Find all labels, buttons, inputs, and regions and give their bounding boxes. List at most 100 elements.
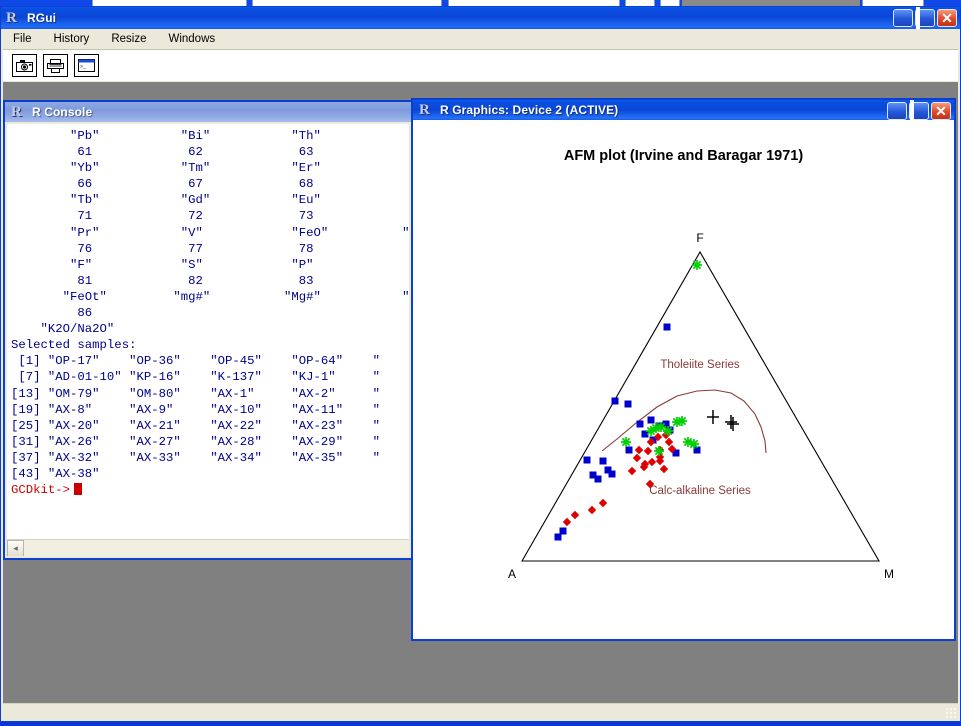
camera-icon bbox=[16, 60, 33, 72]
annotation-tholeiite: Tholeiite Series bbox=[660, 359, 740, 371]
status-bar bbox=[3, 703, 958, 719]
data-point bbox=[643, 446, 653, 456]
console-output-text[interactable]: "Pb" "Bi" "Th" 61 62 63 "Yb" "Tm" "Er" 6… bbox=[7, 128, 409, 536]
r-console-body[interactable]: "Pb" "Bi" "Th" 61 62 63 "Yb" "Tm" "Er" 6… bbox=[7, 124, 409, 556]
tool-bar: >_ bbox=[3, 49, 958, 81]
resize-grip-icon[interactable] bbox=[945, 707, 956, 718]
graphics-maximize-button[interactable] bbox=[909, 100, 929, 122]
console-prompt-line[interactable]: GCDkit-> bbox=[11, 482, 409, 498]
console-line: 71 72 73 bbox=[11, 209, 314, 224]
data-point bbox=[611, 397, 619, 405]
data-point bbox=[727, 417, 739, 431]
data-point bbox=[559, 527, 567, 535]
console-line: [19] "AX-8" "AX-9" "AX-10" "AX-11" " bbox=[11, 402, 380, 417]
data-point bbox=[625, 446, 633, 454]
r-logo-icon: R bbox=[6, 9, 17, 26]
console-line: 66 67 68 bbox=[11, 177, 314, 192]
menu-bar: File History Resize Windows bbox=[1, 29, 960, 49]
data-point bbox=[689, 439, 699, 449]
console-line: "Pr" "V" "FeO" "H2O. bbox=[11, 225, 409, 240]
console-line: 61 62 63 bbox=[11, 145, 314, 160]
print-button[interactable] bbox=[43, 54, 68, 77]
annotation-calc-alkaline: Calc-alkaline Series bbox=[649, 485, 751, 497]
data-point bbox=[677, 416, 687, 426]
data-point bbox=[562, 517, 572, 527]
console-line: "K2O/Na2O" bbox=[11, 322, 115, 337]
rgui-window: R RGui ✕ File History Resize Windows >_ … bbox=[0, 6, 961, 722]
menu-item-history[interactable]: History bbox=[50, 31, 100, 47]
series-red-diamonds bbox=[562, 430, 677, 527]
data-point bbox=[654, 446, 664, 456]
data-point bbox=[647, 457, 657, 467]
data-point bbox=[725, 415, 737, 429]
svg-text:>_: >_ bbox=[80, 64, 87, 70]
console-window-icon: >_ bbox=[78, 59, 95, 72]
rgui-close-button[interactable]: ✕ bbox=[937, 9, 957, 27]
data-point bbox=[570, 510, 580, 520]
console-caret bbox=[74, 483, 83, 496]
console-line: "Pb" "Bi" "Th" bbox=[11, 129, 321, 143]
data-point bbox=[621, 437, 631, 447]
printer-icon bbox=[47, 58, 64, 73]
menu-item-file[interactable]: File bbox=[9, 31, 42, 47]
data-point bbox=[663, 426, 673, 436]
data-point bbox=[598, 498, 608, 508]
r-graphics-title-text: R Graphics: Device 2 (ACTIVE) bbox=[440, 103, 619, 117]
data-point bbox=[599, 457, 607, 465]
data-point bbox=[634, 445, 644, 455]
r-graphics-window: R R Graphics: Device 2 (ACTIVE) ✕ AFM pl… bbox=[411, 98, 956, 641]
console-line: 76 77 78 bbox=[11, 241, 314, 256]
console-line: 81 82 83 bbox=[11, 273, 314, 288]
r-console-title-text: R Console bbox=[32, 105, 93, 119]
r-graphics-window-controls: ✕ bbox=[887, 100, 951, 122]
vertex-label-f: F bbox=[696, 231, 703, 245]
console-line: [25] "AX-20" "AX-21" "AX-22" "AX-23" " bbox=[11, 418, 380, 433]
rgui-title-bar[interactable]: R RGui ✕ bbox=[1, 7, 960, 29]
series-blue-squares bbox=[554, 323, 701, 541]
r-console-window: R R Console "Pb" "Bi" "Th" 61 62 63 "Yb"… bbox=[3, 100, 413, 560]
data-point bbox=[692, 260, 702, 270]
menu-item-windows[interactable]: Windows bbox=[164, 31, 225, 47]
data-point bbox=[587, 505, 597, 515]
console-line: "Tb" "Gd" "Eu" bbox=[11, 193, 321, 208]
console-line: Selected samples: bbox=[11, 338, 137, 353]
rgui-maximize-button[interactable] bbox=[915, 7, 935, 29]
camera-button[interactable] bbox=[12, 54, 37, 77]
console-horizontal-scrollbar[interactable]: ◂ bbox=[7, 539, 409, 556]
series-green-asterisks bbox=[621, 260, 702, 456]
data-point bbox=[647, 416, 655, 424]
rgui-minimize-button[interactable] bbox=[893, 9, 913, 27]
scroll-left-arrow-icon[interactable]: ◂ bbox=[7, 540, 24, 556]
mdi-client-area: R R Console "Pb" "Bi" "Th" 61 62 63 "Yb"… bbox=[3, 82, 958, 705]
r-logo-icon: R bbox=[11, 103, 22, 120]
vertex-label-m: M bbox=[884, 567, 894, 581]
console-line: "F" "S" "P" bbox=[11, 257, 314, 272]
r-logo-icon: R bbox=[419, 101, 430, 118]
console-prompt: GCDkit-> bbox=[11, 483, 71, 498]
console-line: "Yb" "Tm" "Er" bbox=[11, 161, 321, 176]
r-graphics-title-bar[interactable]: R R Graphics: Device 2 (ACTIVE) ✕ bbox=[413, 100, 954, 122]
console-line: [1] "OP-17" "OP-36" "OP-45" "OP-64" " bbox=[11, 354, 380, 369]
data-point bbox=[659, 464, 669, 474]
data-point bbox=[632, 453, 642, 463]
console-line: [13] "OM-79" "OM-80" "AX-1" "AX-2" " bbox=[11, 386, 380, 401]
menu-item-resize[interactable]: Resize bbox=[107, 31, 156, 47]
console-button[interactable]: >_ bbox=[74, 54, 99, 77]
console-line: 86 bbox=[11, 306, 93, 321]
console-line: [7] "AD-01-10" "KP-16" "K-137" "KJ-1" " bbox=[11, 370, 380, 385]
afm-ternary-plot: A F M Tholeiite Series Calc-alkaline Series bbox=[508, 231, 894, 581]
r-console-title-bar[interactable]: R R Console bbox=[5, 102, 411, 122]
data-point bbox=[583, 456, 591, 464]
console-line: [43] "AX-38" bbox=[11, 466, 100, 481]
data-point bbox=[636, 420, 644, 428]
data-point bbox=[624, 400, 632, 408]
data-point bbox=[608, 470, 616, 478]
rgui-window-controls: ✕ bbox=[893, 7, 957, 29]
console-line: "FeOt" "mg#" "Mg#" " bbox=[11, 289, 409, 304]
data-point bbox=[554, 533, 562, 541]
data-point bbox=[707, 410, 719, 424]
graphics-minimize-button[interactable] bbox=[887, 102, 907, 120]
data-point bbox=[663, 323, 671, 331]
graphics-close-button[interactable]: ✕ bbox=[931, 102, 951, 120]
plot-canvas: AFM plot (Irvine and Baragar 1971) A F M Th… bbox=[415, 122, 952, 637]
